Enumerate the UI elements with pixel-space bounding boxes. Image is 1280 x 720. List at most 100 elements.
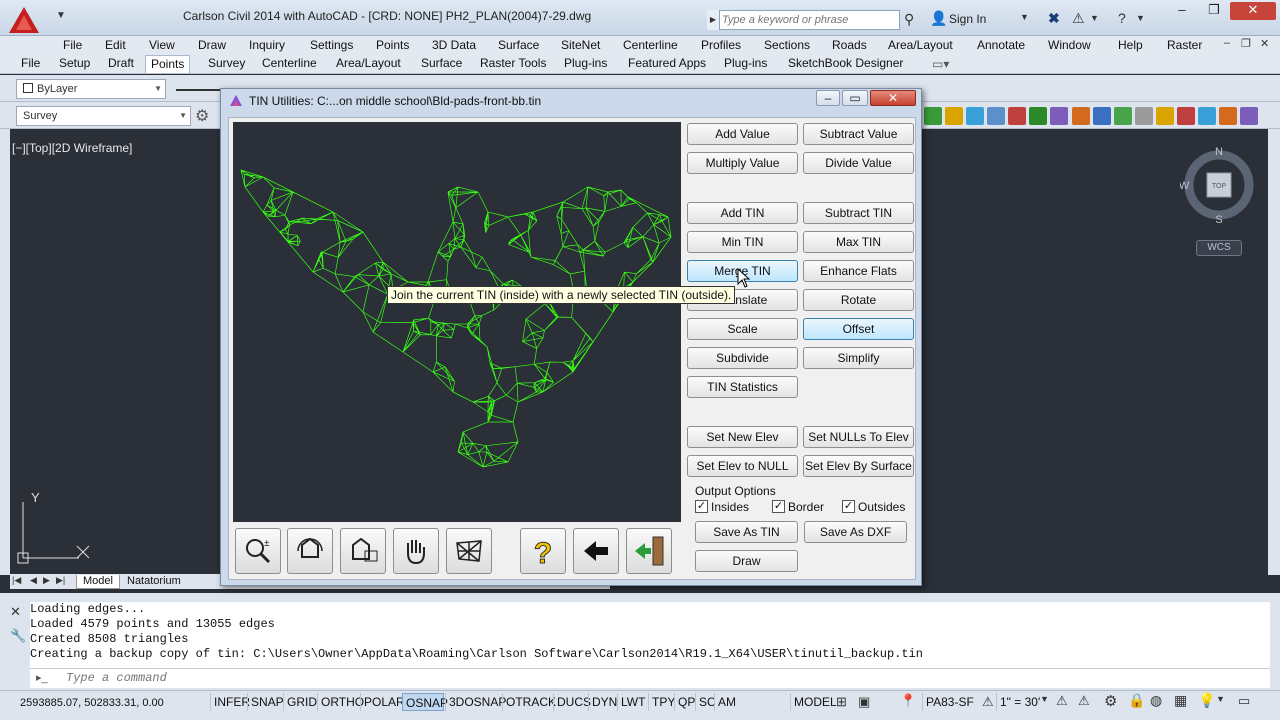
add-tin-button[interactable]: Add TIN (687, 202, 798, 224)
tab-natatorium[interactable]: Natatorium (121, 575, 187, 589)
dialog-maximize-button[interactable]: ▭ (842, 90, 868, 106)
lock-icon[interactable]: 🔒 (1128, 692, 1145, 709)
save-as-dxf-button[interactable]: Save As DXF (804, 521, 907, 543)
dialog-minimize-button[interactable]: – (816, 90, 840, 106)
auto-scale-icon[interactable]: ⚠ (1078, 693, 1090, 709)
status-toggle-osnap[interactable]: OSNAP (402, 693, 448, 711)
menu-sections[interactable]: Sections (764, 36, 810, 54)
status-toggle-grid[interactable]: GRID (283, 693, 317, 711)
toolbar-tool-icon[interactable] (1050, 107, 1068, 125)
menu-area-layout[interactable]: Area/Layout (888, 36, 953, 54)
clean-screen-icon[interactable]: ▭ (1238, 693, 1250, 709)
ribbon-tab-setup[interactable]: Setup (54, 55, 95, 73)
menu-settings[interactable]: Settings (310, 36, 353, 54)
menu-window[interactable]: Window (1048, 36, 1091, 54)
border-checkbox[interactable]: ✓ (772, 500, 785, 513)
toolbar-tool-icon[interactable] (1219, 107, 1237, 125)
ribbon-tab-file[interactable]: File (16, 55, 45, 73)
divide-value-button[interactable]: Divide Value (803, 152, 914, 174)
help-button[interactable]: ? (520, 528, 566, 574)
subtract-value-button[interactable]: Subtract Value (803, 123, 914, 145)
max-tin-button[interactable]: Max TIN (803, 231, 914, 253)
toolbar-tool-icon[interactable] (1114, 107, 1132, 125)
quick-access-dropdown-icon[interactable]: ▼ (56, 10, 68, 24)
status-menu-dropdown-icon[interactable]: ▼ (1216, 694, 1225, 704)
ribbon-tab-survey[interactable]: Survey (203, 55, 250, 73)
toolbar-tool-icon[interactable] (1093, 107, 1111, 125)
outsides-checkbox[interactable]: ✓ (842, 500, 855, 513)
toolbar-tool-icon[interactable] (1135, 107, 1153, 125)
menu-annotate[interactable]: Annotate (977, 36, 1025, 54)
close-button[interactable]: ✕ (1230, 2, 1276, 20)
back-button[interactable] (573, 528, 619, 574)
ribbon-tab-points[interactable]: Points (145, 55, 191, 73)
ribbon-options-icon[interactable]: ▭▾ (932, 57, 949, 71)
toolbar-tool-icon[interactable] (1240, 107, 1258, 125)
annotation-visibility-icon[interactable]: ⚠ (1056, 693, 1068, 709)
help-icon[interactable]: ? (1118, 10, 1126, 26)
annotation-scale[interactable]: 1" = 30' (996, 693, 1043, 711)
menu-raster[interactable]: Raster (1167, 36, 1202, 54)
tin-statistics-button[interactable]: TIN Statistics (687, 376, 798, 398)
model-space-button[interactable]: MODEL (790, 693, 840, 711)
scale-button[interactable]: Scale (687, 318, 798, 340)
tin-preview-canvas[interactable] (233, 122, 681, 522)
toolbar-tool-icon[interactable] (924, 107, 942, 125)
zoom-button[interactable]: ± (235, 528, 281, 574)
customize-wrench-icon[interactable]: 🔧 (10, 628, 28, 644)
compass-south[interactable]: S (1215, 214, 1222, 224)
menu-profiles[interactable]: Profiles (701, 36, 741, 54)
menu-draw[interactable]: Draw (198, 36, 226, 54)
compass-west[interactable]: W (1180, 180, 1190, 192)
sign-in-link[interactable]: Sign In (949, 12, 986, 26)
doc-restore-icon[interactable]: ❐ (1241, 37, 1251, 50)
scale-dropdown-icon[interactable]: ▼ (1040, 694, 1049, 704)
help-dropdown-icon[interactable]: ▼ (1136, 13, 1145, 23)
set-elev-by-surface-button[interactable]: Set Elev By Surface (803, 455, 914, 477)
command-input[interactable] (66, 670, 666, 686)
zoom-extents-button[interactable] (287, 528, 333, 574)
rotate-button[interactable]: Rotate (803, 289, 914, 311)
gear-icon[interactable]: ⚙ (195, 106, 209, 126)
subtract-tin-button[interactable]: Subtract TIN (803, 202, 914, 224)
menu-centerline[interactable]: Centerline (623, 36, 678, 54)
ribbon-tab-featured-apps[interactable]: Featured Apps (623, 55, 711, 73)
status-toggle-infer[interactable]: INFER (210, 693, 250, 711)
enhance-flats-button[interactable]: Enhance Flats (803, 260, 914, 282)
exchange-icon[interactable]: ✖ (1048, 10, 1060, 27)
viewcube-top-label[interactable]: TOP (1212, 183, 1227, 190)
compass-north[interactable]: N (1215, 146, 1223, 158)
status-toggle-polar[interactable]: POLAR (360, 693, 405, 711)
status-toggle-3dosnap[interactable]: 3DOSNAP (445, 693, 506, 711)
ribbon-tab-plug-ins[interactable]: Plug-ins (719, 55, 772, 73)
menu-inquiry[interactable]: Inquiry (249, 36, 285, 54)
status-toggle-ducs[interactable]: DUCS (553, 693, 591, 711)
ribbon-tab-sketchbook-designer[interactable]: SketchBook Designer (783, 55, 908, 73)
status-toggle-otrack[interactable]: OTRACK (502, 693, 556, 711)
toolbar-tool-icon[interactable] (966, 107, 984, 125)
lightbulb-icon[interactable]: 💡 (1198, 692, 1215, 709)
dialog-close-button[interactable]: ✕ (870, 90, 916, 106)
a360-dropdown-icon[interactable]: ▼ (1090, 13, 1099, 23)
toolbar-tool-icon[interactable] (987, 107, 1005, 125)
coordinate-readout[interactable]: 2593885.07, 502833.31, 0.00 (20, 697, 164, 709)
ribbon-tab-raster-tools[interactable]: Raster Tools (475, 55, 551, 73)
search-expand-icon[interactable]: ▶ (707, 10, 720, 30)
geolocation-pin-icon[interactable]: 📍 (900, 693, 916, 709)
toolbar-tool-icon[interactable] (1177, 107, 1195, 125)
status-toggle-ortho[interactable]: ORTHO (317, 693, 364, 711)
doc-close-icon[interactable]: ✕ (1260, 37, 1269, 50)
simplify-button[interactable]: Simplify (803, 347, 914, 369)
ribbon-tab-surface[interactable]: Surface (416, 55, 467, 73)
menu-3d-data[interactable]: 3D Data (432, 36, 476, 54)
menu-roads[interactable]: Roads (832, 36, 867, 54)
coordinate-system-label[interactable]: PA83-SF (922, 693, 977, 711)
status-toggle-qp[interactable]: QP (674, 693, 695, 711)
multiply-value-button[interactable]: Multiply Value (687, 152, 798, 174)
toolbar-tool-icon[interactable] (1029, 107, 1047, 125)
doc-minimize-icon[interactable]: – (1224, 37, 1230, 49)
add-value-button[interactable]: Add Value (687, 123, 798, 145)
status-toggle-dyn[interactable]: DYN (588, 693, 617, 711)
layout-nav-last-icon[interactable]: ▶| (56, 575, 65, 586)
status-toggle-sc[interactable]: SC (695, 693, 716, 711)
